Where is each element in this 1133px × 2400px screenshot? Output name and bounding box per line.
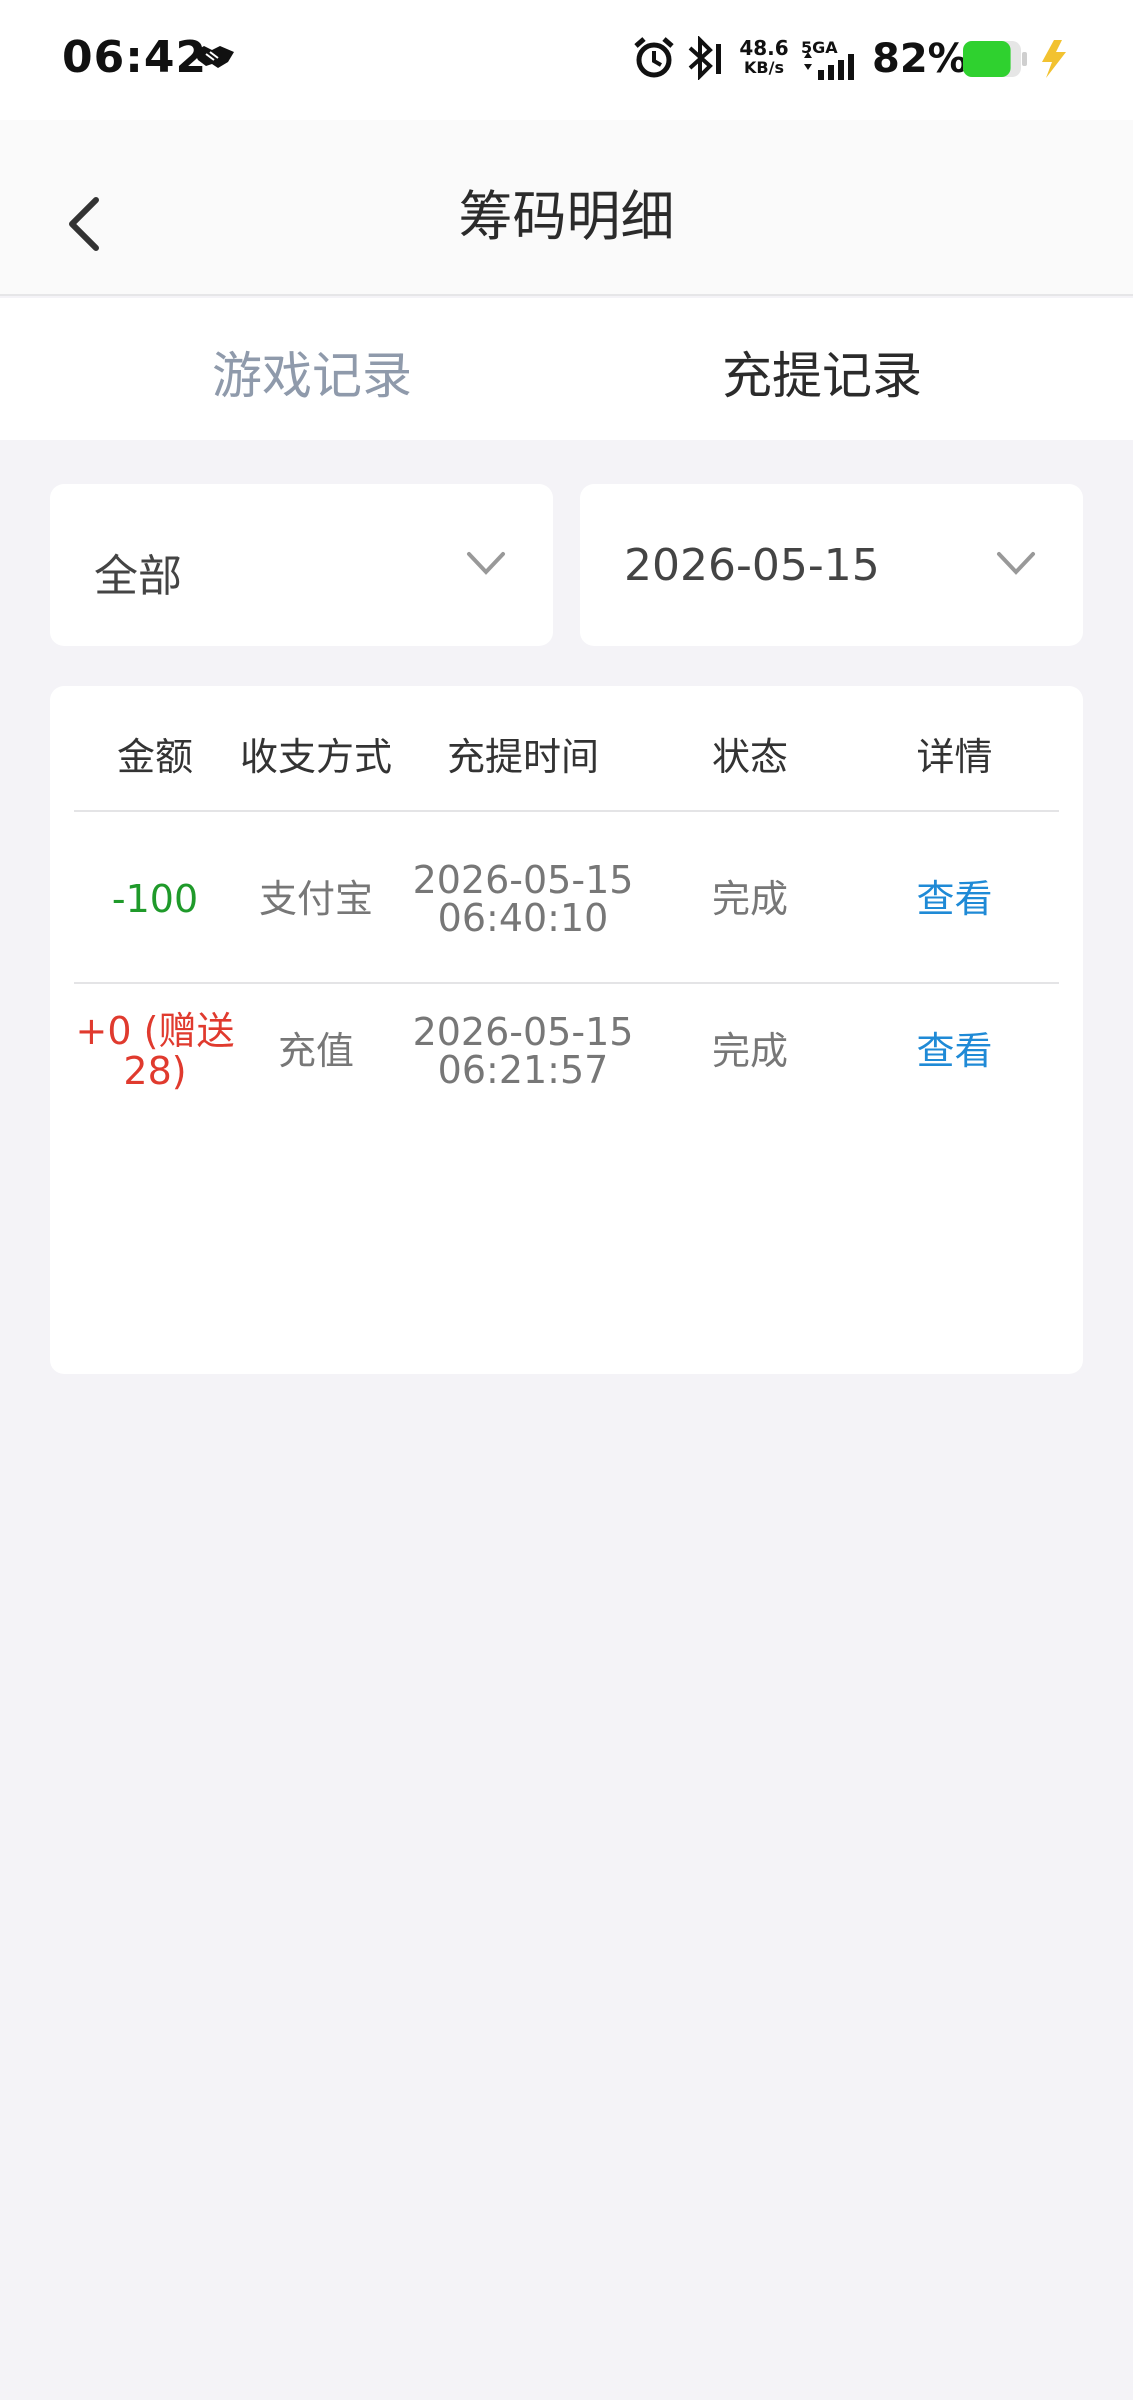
view-detail-link[interactable]: 查看 xyxy=(850,1031,1059,1071)
tab-bar: 游戏记录 充提记录 xyxy=(0,298,1133,440)
status-bar: 06:42 48.6 KB/s 5GA 82% xyxy=(0,0,1133,120)
battery-percent: 82% xyxy=(872,36,968,82)
row-time: 06:40:10 xyxy=(437,896,609,940)
handshake-icon xyxy=(194,46,234,68)
signal-icon xyxy=(804,52,854,80)
row-amount-line2: 28) xyxy=(123,1049,187,1093)
column-header-detail: 详情 xyxy=(916,735,993,779)
tab-game-records[interactable]: 游戏记录 xyxy=(212,336,412,408)
view-detail-link[interactable]: 查看 xyxy=(850,879,1059,919)
table-row: +0 (赠送 28) 充值 2026-05-15 06:21:57 完成 查看 xyxy=(74,986,1059,1156)
row-method: 支付宝 xyxy=(258,877,373,921)
column-header-amount: 金额 xyxy=(116,735,193,779)
date-filter-value: 2026-05-15 xyxy=(624,540,880,591)
type-filter-value: 全部 xyxy=(94,551,182,602)
column-header-time: 充提时间 xyxy=(446,735,599,779)
tab-recharge-records[interactable]: 充提记录 xyxy=(722,336,922,408)
row-date: 2026-05-15 xyxy=(412,1010,634,1054)
network-speed: 48.6 KB/s xyxy=(736,38,792,76)
bluetooth-icon xyxy=(688,36,721,80)
row-time: 06:21:57 xyxy=(437,1048,609,1092)
row-status: 完成 xyxy=(711,1029,788,1073)
table-header: 金额 收支方式 充提时间 状态 详情 xyxy=(74,686,1059,812)
network-speed-unit: KB/s xyxy=(744,58,784,77)
header: 筹码明细 xyxy=(0,120,1133,296)
status-time: 06:42 xyxy=(62,32,208,83)
charging-bolt-icon xyxy=(1042,40,1066,78)
row-amount: -100 xyxy=(111,877,199,921)
date-filter-dropdown[interactable]: 2026-05-15 xyxy=(580,484,1083,646)
row-amount-line1: +0 (赠送 xyxy=(75,1009,235,1053)
network-speed-value: 48.6 xyxy=(739,36,789,60)
alarm-icon xyxy=(634,37,674,78)
column-header-method: 收支方式 xyxy=(239,735,392,779)
row-status: 完成 xyxy=(711,877,788,921)
row-method: 充值 xyxy=(277,1029,354,1073)
chevron-down-icon xyxy=(997,552,1035,575)
column-header-status: 状态 xyxy=(711,735,788,779)
chevron-down-icon xyxy=(467,552,505,575)
row-date: 2026-05-15 xyxy=(412,858,634,902)
table-row: -100 支付宝 2026-05-15 06:40:10 完成 查看 xyxy=(74,814,1059,984)
type-filter-dropdown[interactable]: 全部 xyxy=(50,484,553,646)
battery-icon xyxy=(963,41,1027,77)
page-title: 筹码明细 xyxy=(458,185,675,248)
records-table: 金额 收支方式 充提时间 状态 详情 -100 支付宝 2026-05-15 0… xyxy=(50,686,1083,1374)
